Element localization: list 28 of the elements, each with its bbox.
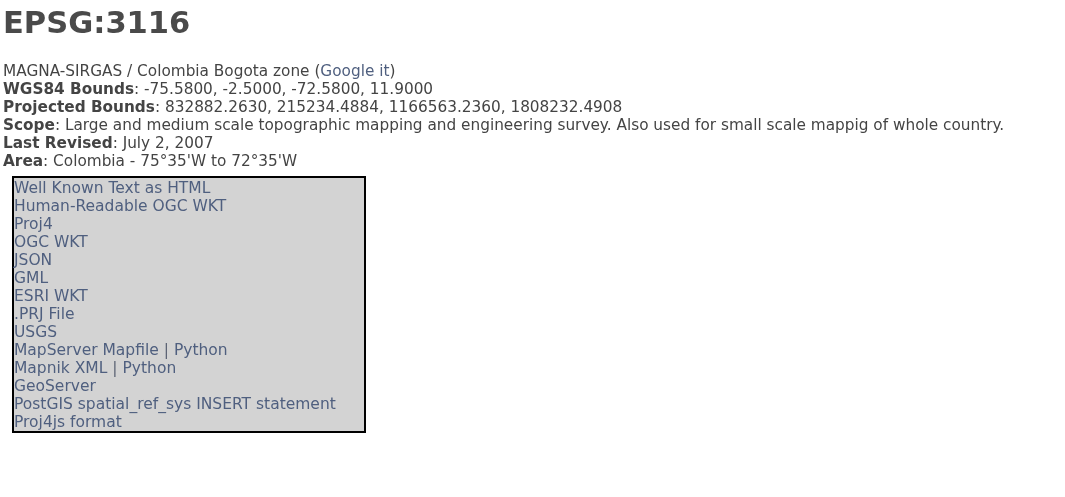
property-text: Projected Bounds: 832882.2630, 215234.4884, 1166563.2360, 1808232.4908: [3, 98, 623, 116]
format-link[interactable]: ESRI WKT: [14, 287, 88, 305]
parenthesis: ): [389, 62, 396, 80]
format-link[interactable]: Well Known Text as HTML: [14, 179, 211, 197]
format-link[interactable]: MapServer Mapfile: [14, 341, 159, 359]
property-text: Scope: Large and medium scale topographic mapping and engineering survey. Also used for small scale mappig of whole country.: [3, 116, 1005, 134]
format-link[interactable]: GeoServer: [14, 377, 96, 395]
format-link[interactable]: Python: [173, 341, 228, 359]
format-link[interactable]: OGC WKT: [14, 233, 88, 251]
property-text: Area: Colombia - 75°35'W to 72°35'W: [3, 152, 298, 170]
format-link[interactable]: Proj4js format: [14, 413, 122, 431]
search-link[interactable]: Google it: [320, 62, 390, 80]
format-link[interactable]: Human-Readable OGC WKT: [14, 197, 227, 215]
format-link[interactable]: Proj4: [14, 215, 53, 233]
crs-name: MAGNA-SIRGAS / Colombia Bogota zone: [3, 62, 310, 80]
parenthesis: (: [314, 62, 321, 80]
format-link[interactable]: Python: [122, 359, 177, 377]
format-link[interactable]: Mapnik XML: [14, 359, 108, 377]
separator: |: [163, 341, 169, 359]
format-link[interactable]: JSON: [14, 251, 53, 269]
separator: |: [112, 359, 118, 377]
format-link[interactable]: GML: [14, 269, 49, 287]
page-title: EPSG:3116: [3, 6, 192, 40]
format-link[interactable]: PostGIS spatial_ref_sys INSERT statement: [14, 395, 336, 413]
format-link[interactable]: USGS: [14, 323, 58, 341]
property-text: WGS84 Bounds: -75.5800, -2.5000, -72.5800, 11.9000: [3, 80, 434, 98]
format-link[interactable]: .PRJ File: [14, 305, 75, 323]
property-text: Last Revised: July 2, 2007: [3, 134, 214, 152]
